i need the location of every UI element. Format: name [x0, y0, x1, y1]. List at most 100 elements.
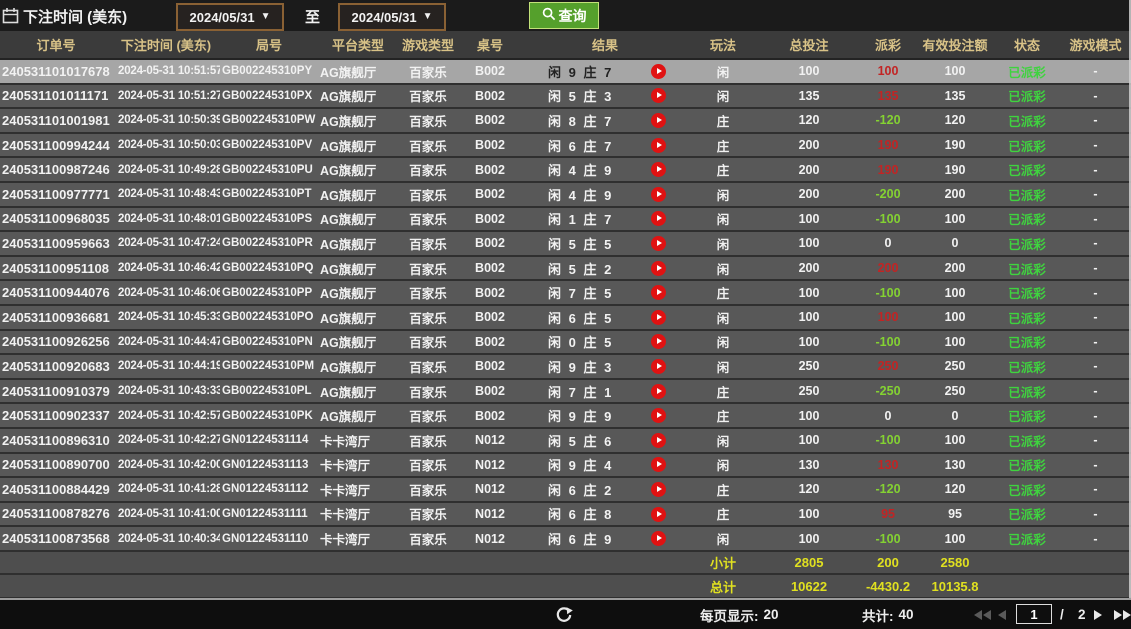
per-page-value: 20	[764, 607, 779, 622]
table-row[interactable]: 240531100896310 2024-05-31 10:42:27 GN01…	[0, 428, 1131, 453]
round-cell: GB002245310PV	[220, 133, 318, 158]
total-bet-cell: 200	[758, 133, 860, 158]
date-from-select[interactable]: 2024/05/31 ▼	[176, 3, 284, 31]
table-row[interactable]: 240531100994244 2024-05-31 10:50:03 GB00…	[0, 133, 1131, 158]
game-mode-cell: -	[1060, 157, 1131, 182]
round-cell: GB002245310PU	[220, 157, 318, 182]
status-cell: 已派彩	[994, 428, 1060, 453]
table-row[interactable]: 240531100951108 2024-05-31 10:46:42 GB00…	[0, 256, 1131, 281]
order-cell: 240531101001981	[0, 108, 112, 133]
play-cell: 闲	[688, 207, 758, 232]
table-row[interactable]: 240531100910379 2024-05-31 10:43:33 GB00…	[0, 379, 1131, 404]
result-cell: 闲 6 庄 5	[522, 305, 628, 330]
table-row[interactable]: 240531101011171 2024-05-31 10:51:27 GB00…	[0, 84, 1131, 109]
query-button[interactable]: 查询	[529, 2, 599, 29]
bet-time-cell: 2024-05-31 10:51:27	[112, 84, 220, 109]
replay-cell	[628, 477, 688, 502]
table-row[interactable]: 240531101001981 2024-05-31 10:50:39 GB00…	[0, 108, 1131, 133]
replay-icon[interactable]	[651, 261, 666, 276]
round-cell: GB002245310PP	[220, 280, 318, 305]
table-no-cell: B002	[458, 182, 522, 207]
replay-icon[interactable]	[651, 64, 666, 79]
table-row[interactable]: 240531100959663 2024-05-31 10:47:24 GB00…	[0, 231, 1131, 256]
table-no-cell: B002	[458, 403, 522, 428]
table-row[interactable]: 240531100884429 2024-05-31 10:41:28 GN01…	[0, 477, 1131, 502]
replay-icon[interactable]	[651, 88, 666, 103]
filter-bar: 下注时间 (美东) 2024/05/31 ▼ 至 2024/05/31 ▼ 查询	[0, 0, 1131, 31]
order-cell: 240531100878276	[0, 502, 112, 527]
replay-icon[interactable]	[651, 457, 666, 472]
query-button-label: 查询	[559, 6, 587, 26]
table-row[interactable]: 240531100936681 2024-05-31 10:45:33 GB00…	[0, 305, 1131, 330]
bet-time-cell: 2024-05-31 10:45:33	[112, 305, 220, 330]
page-number-input[interactable]	[1016, 604, 1052, 624]
date-range-to-label: 至	[305, 6, 320, 27]
status-cell: 已派彩	[994, 182, 1060, 207]
table-row[interactable]: 240531100977771 2024-05-31 10:48:43 GB00…	[0, 182, 1131, 207]
bet-time-cell: 2024-05-31 10:51:57	[112, 59, 220, 84]
play-cell: 庄	[688, 157, 758, 182]
replay-icon[interactable]	[651, 187, 666, 202]
game-type-cell: 百家乐	[398, 330, 458, 355]
total-bet-cell: 100	[758, 305, 860, 330]
replay-icon[interactable]	[651, 507, 666, 522]
round-cell: GB002245310PR	[220, 231, 318, 256]
round-cell: GN01224531110	[220, 526, 318, 551]
round-cell: GN01224531111	[220, 502, 318, 527]
game-type-cell: 百家乐	[398, 428, 458, 453]
prev-page-button[interactable]	[998, 600, 1006, 629]
table-row[interactable]: 240531100878276 2024-05-31 10:41:00 GN01…	[0, 502, 1131, 527]
caret-down-icon: ▼	[261, 12, 271, 22]
grand-total-total-bet: 10622	[758, 574, 860, 598]
total-bet-cell: 100	[758, 207, 860, 232]
replay-icon[interactable]	[651, 113, 666, 128]
table-row[interactable]: 240531100926256 2024-05-31 10:44:47 GB00…	[0, 330, 1131, 355]
table-row[interactable]: 240531100890700 2024-05-31 10:42:00 GN01…	[0, 453, 1131, 478]
replay-icon[interactable]	[651, 211, 666, 226]
replay-icon[interactable]	[651, 285, 666, 300]
platform-cell: 卡卡湾厅	[318, 477, 398, 502]
platform-cell: AG旗舰厅	[318, 157, 398, 182]
col-game-mode: 游戏模式	[1060, 31, 1131, 59]
play-cell: 闲	[688, 182, 758, 207]
game-type-cell: 百家乐	[398, 157, 458, 182]
total-bet-cell: 200	[758, 182, 860, 207]
table-row[interactable]: 240531100902337 2024-05-31 10:42:57 GB00…	[0, 403, 1131, 428]
replay-icon[interactable]	[651, 531, 666, 546]
valid-bet-cell: 250	[916, 354, 994, 379]
last-page-button[interactable]	[1114, 600, 1131, 629]
table-row[interactable]: 240531100920683 2024-05-31 10:44:19 GB00…	[0, 354, 1131, 379]
replay-icon[interactable]	[651, 433, 666, 448]
bet-history-page: 下注时间 (美东) 2024/05/31 ▼ 至 2024/05/31 ▼ 查询	[0, 0, 1131, 629]
replay-icon[interactable]	[651, 162, 666, 177]
replay-icon[interactable]	[651, 310, 666, 325]
subtotal-label: 小计	[688, 551, 758, 575]
bet-time-cell: 2024-05-31 10:44:19	[112, 354, 220, 379]
replay-icon[interactable]	[651, 408, 666, 423]
result-cell: 闲 5 庄 3	[522, 84, 628, 109]
refresh-icon[interactable]	[554, 600, 574, 629]
date-to-select[interactable]: 2024/05/31 ▼	[338, 3, 446, 31]
payout-cell: 135	[860, 84, 916, 109]
table-no-cell: B002	[458, 330, 522, 355]
replay-icon[interactable]	[651, 384, 666, 399]
table-row[interactable]: 240531100944076 2024-05-31 10:46:06 GB00…	[0, 280, 1131, 305]
next-page-button[interactable]	[1094, 600, 1102, 629]
first-page-button[interactable]	[974, 600, 991, 629]
order-cell: 240531100920683	[0, 354, 112, 379]
game-type-cell: 百家乐	[398, 305, 458, 330]
replay-icon[interactable]	[651, 482, 666, 497]
valid-bet-cell: 100	[916, 59, 994, 84]
table-row[interactable]: 240531100873568 2024-05-31 10:40:34 GN01…	[0, 526, 1131, 551]
replay-icon[interactable]	[651, 359, 666, 374]
table-row[interactable]: 240531100968035 2024-05-31 10:48:01 GB00…	[0, 207, 1131, 232]
grand-total-payout: -4430.2	[860, 574, 916, 598]
bet-time-cell: 2024-05-31 10:41:28	[112, 477, 220, 502]
table-row[interactable]: 240531101017678 2024-05-31 10:51:57 GB00…	[0, 59, 1131, 84]
replay-icon[interactable]	[651, 334, 666, 349]
table-row[interactable]: 240531100987246 2024-05-31 10:49:28 GB00…	[0, 157, 1131, 182]
order-cell: 240531100910379	[0, 379, 112, 404]
per-page-label: 每页显示:	[700, 605, 759, 625]
replay-icon[interactable]	[651, 236, 666, 251]
replay-icon[interactable]	[651, 138, 666, 153]
